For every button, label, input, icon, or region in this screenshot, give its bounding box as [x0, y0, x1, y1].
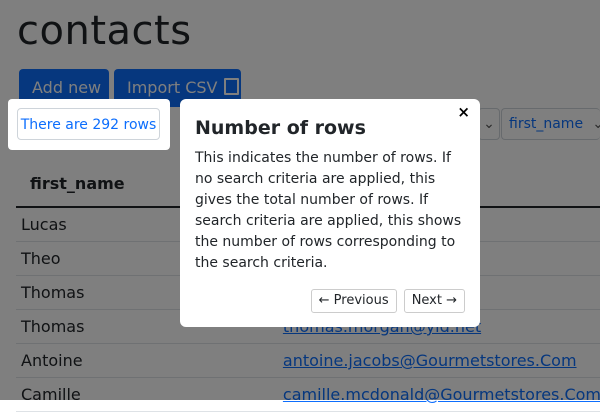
tour-highlight: There are 292 rows — [8, 99, 170, 150]
close-icon[interactable]: × — [457, 103, 470, 121]
popover-title: Number of rows — [195, 117, 366, 139]
popover-navigation: ← Previous Next → — [309, 289, 465, 313]
row-count-badge[interactable]: There are 292 rows — [17, 108, 160, 140]
next-button[interactable]: Next → — [403, 289, 465, 313]
tour-popover: × Number of rows This indicates the numb… — [180, 99, 480, 327]
popover-description: This indicates the number of rows. If no… — [195, 150, 462, 271]
previous-button[interactable]: ← Previous — [310, 289, 397, 313]
